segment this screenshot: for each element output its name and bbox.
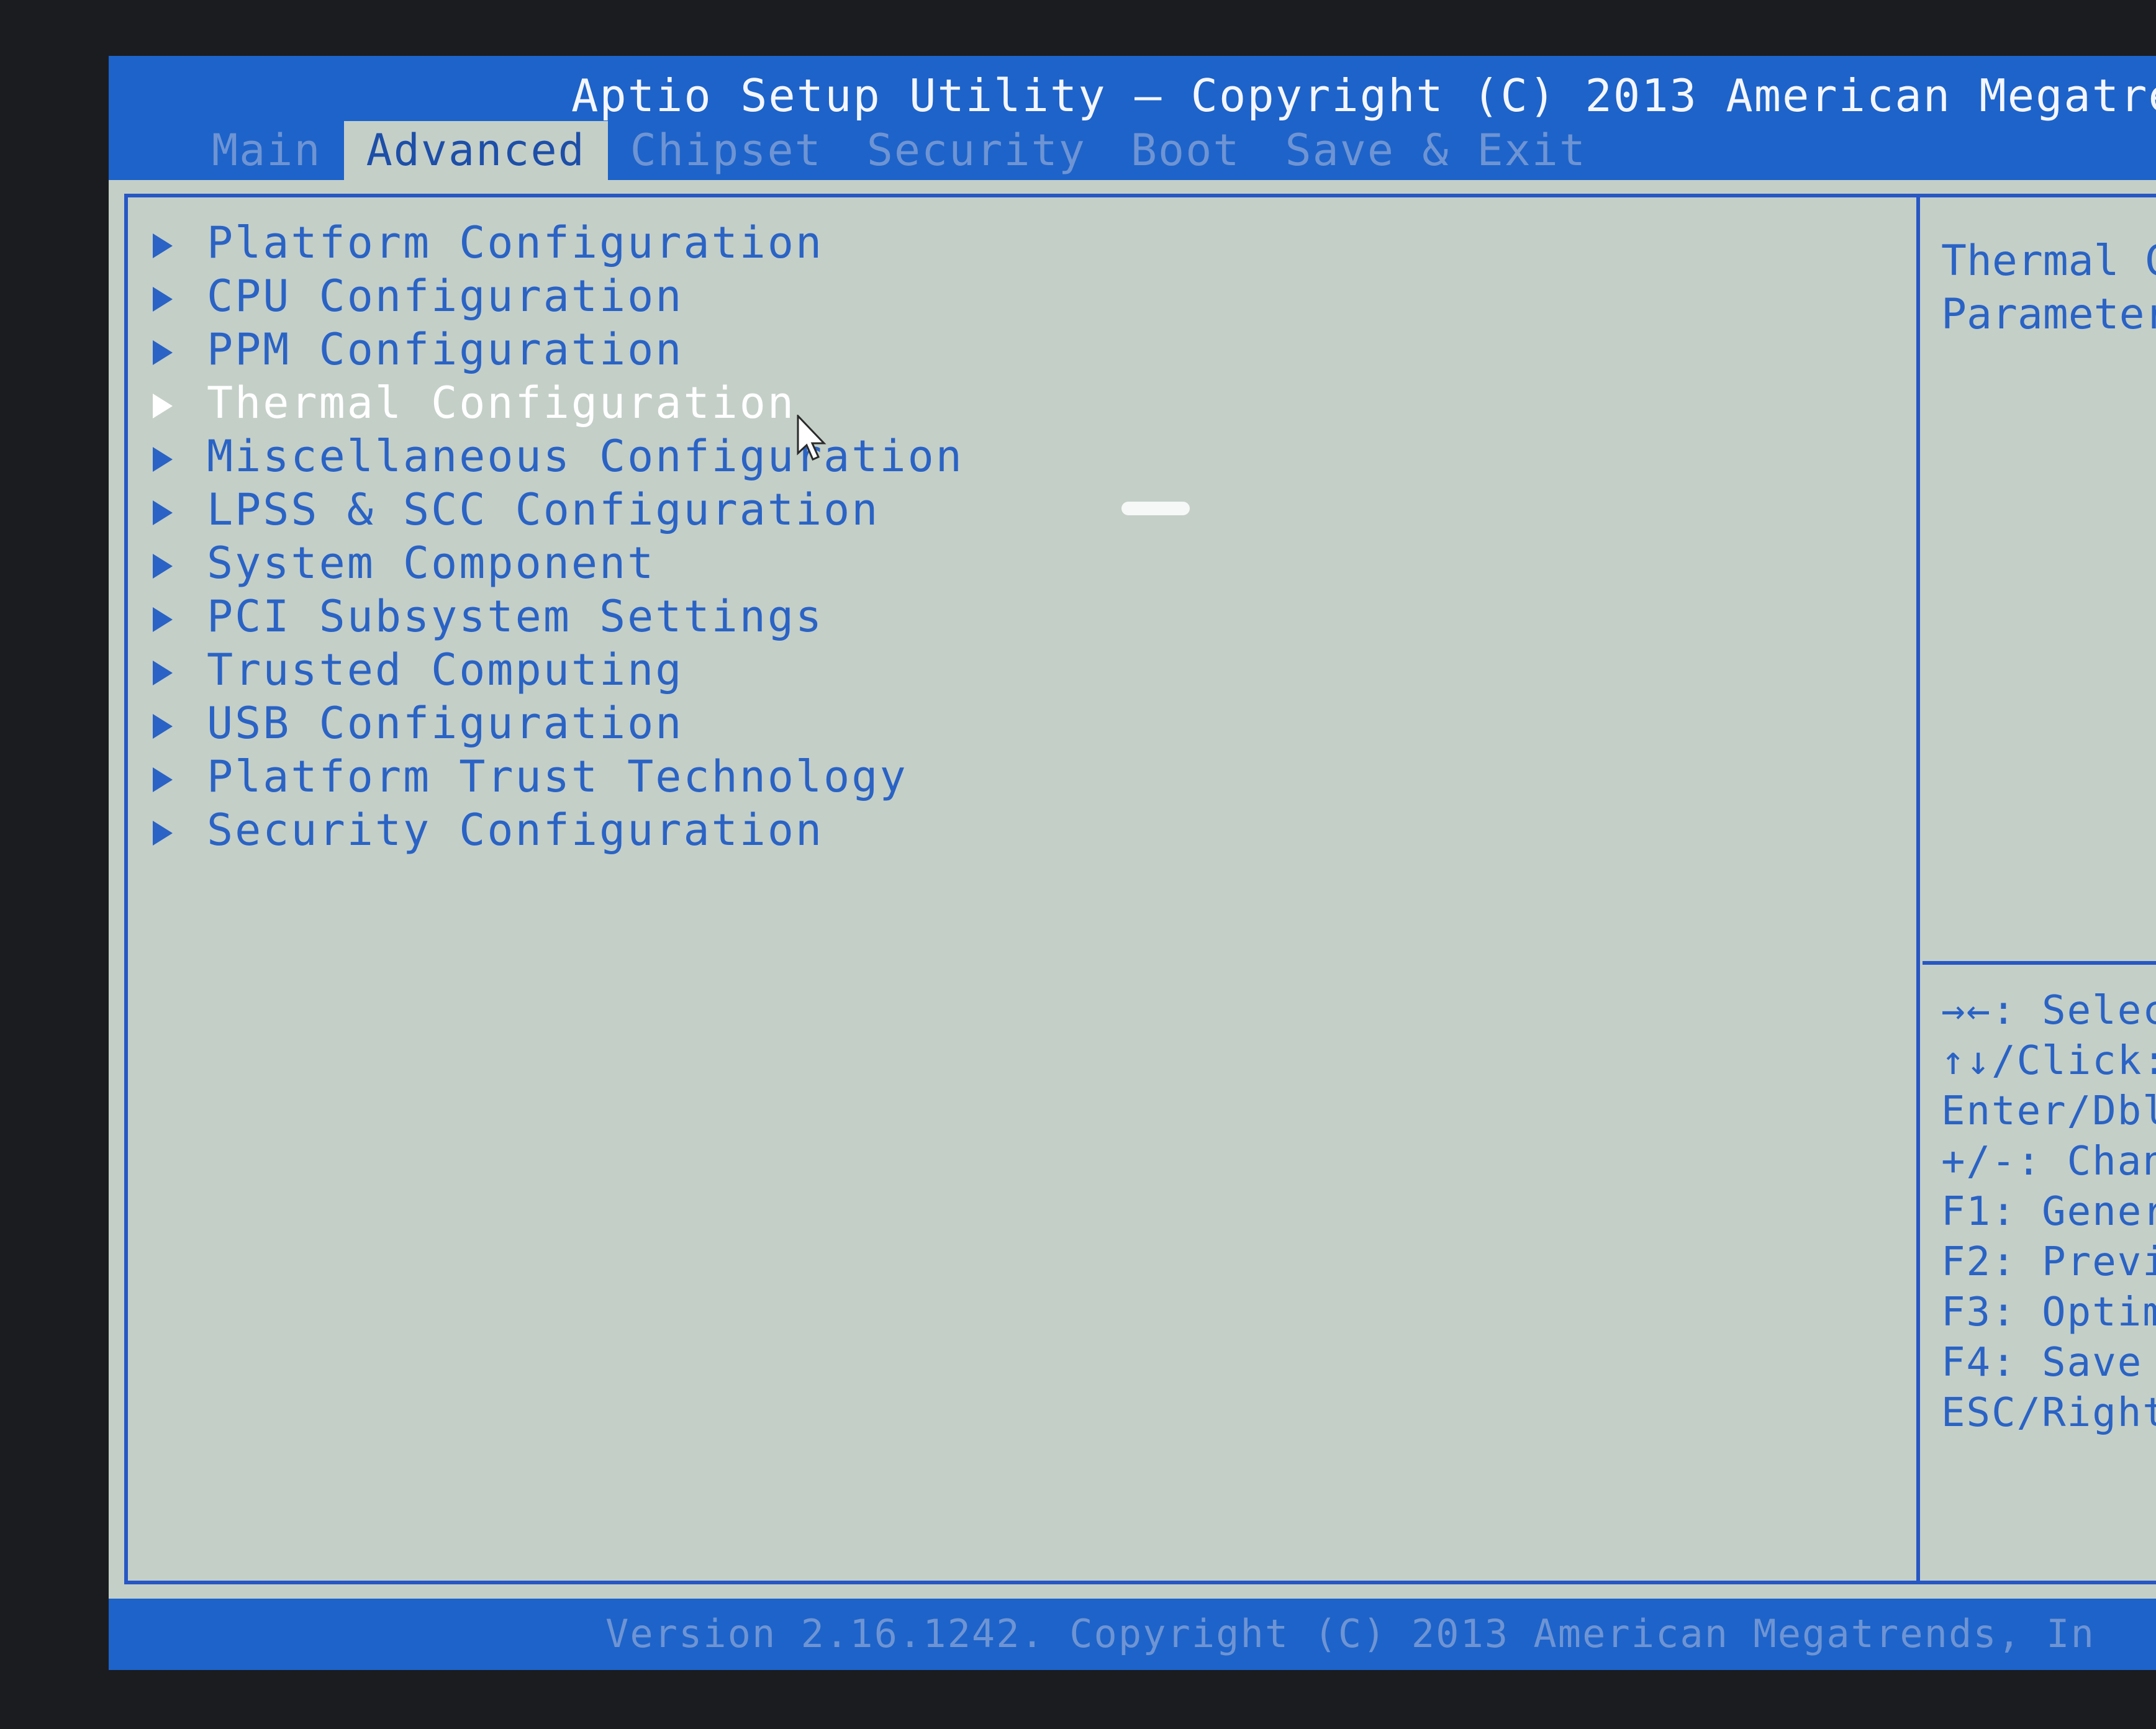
key-hint-select: →←: Select [1941,988,2156,1034]
help-description: Thermal C Parameter [1941,235,2156,341]
menu-item-thermal-configuration[interactable]: Thermal Configuration [153,376,964,430]
menu-item-platform-trust-technology[interactable]: Platform Trust Technology [153,750,964,803]
submenu-arrow-icon [153,393,173,418]
submenu-arrow-icon [153,820,173,846]
menu-item-label: CPU Configuration [207,271,684,322]
tab-advanced[interactable]: Advanced [343,121,608,180]
help-line-1: Thermal C [1941,237,2156,286]
key-hint-click: ↑↓/Click: S [1941,1038,2156,1084]
tab-security[interactable]: Security [845,121,1108,180]
menu-item-label: System Component [207,538,656,589]
submenu-arrow-icon [153,713,173,739]
menu-item-cpu-configuration[interactable]: CPU Configuration [153,269,964,323]
menu-item-label: Platform Trust Technology [207,751,908,802]
submenu-arrow-icon [153,286,173,312]
menu-item-label: Trusted Computing [207,644,684,695]
tab-save-exit[interactable]: Save & Exit [1262,121,1609,180]
menu-item-label: LPSS & SCC Configuration [207,484,880,535]
footer-bar: Version 2.16.1242. Copyright (C) 2013 Am… [109,1599,2156,1670]
submenu-arrow-icon [153,607,173,632]
menu-item-label: Security Configuration [207,805,824,855]
key-hint-f3: F3: Optimiz [1941,1289,2156,1335]
menu-item-platform-configuration[interactable]: Platform Configuration [153,216,964,269]
help-line-2: Parameter [1941,290,2156,339]
utility-title: Aptio Setup Utility – Copyright (C) 2013… [571,70,2156,122]
key-hint-esc: ESC/Right Cl [1941,1390,2156,1436]
submenu-arrow-icon [153,233,173,258]
advanced-menu: Platform Configuration CPU Configuration… [153,216,964,857]
key-hint-f2: F2: Previou [1941,1239,2156,1285]
menu-item-ppm-configuration[interactable]: PPM Configuration [153,323,964,376]
menu-item-label: USB Configuration [207,698,684,749]
menu-item-system-component[interactable]: System Component [153,536,964,590]
key-hint-change: +/-: Change [1941,1139,2156,1185]
main-panel: Platform Configuration CPU Configuration… [124,194,2156,1584]
key-hint-f1: F1: General [1941,1189,2156,1235]
tab-main[interactable]: Main [189,121,344,180]
menu-item-label: PPM Configuration [207,324,684,375]
key-hint-enter: Enter/Dbl C [1941,1088,2156,1134]
header-bar: Aptio Setup Utility – Copyright (C) 2013… [109,56,2156,180]
submenu-arrow-icon [153,660,173,685]
panel-divider [1916,197,1920,1581]
menu-item-pci-subsystem-settings[interactable]: PCI Subsystem Settings [153,590,964,643]
key-hint-f4: F4: Save & E [1941,1340,2156,1386]
menu-item-trusted-computing[interactable]: Trusted Computing [153,643,964,697]
mouse-pointer-icon [795,413,833,467]
menu-item-label: PCI Subsystem Settings [207,591,824,642]
menu-item-usb-configuration[interactable]: USB Configuration [153,697,964,750]
menu-item-label: Platform Configuration [207,217,824,268]
submenu-arrow-icon [153,340,173,365]
menu-item-lpss-scc-configuration[interactable]: LPSS & SCC Configuration [153,483,964,536]
tab-chipset[interactable]: Chipset [608,121,845,180]
menu-item-label: Miscellaneous Configuration [207,431,964,482]
help-separator [1923,961,2156,965]
screen-glare [1121,502,1190,515]
submenu-arrow-icon [153,446,173,472]
menu-item-miscellaneous-configuration[interactable]: Miscellaneous Configuration [153,430,964,483]
version-text: Version 2.16.1242. Copyright (C) 2013 Am… [605,1611,2095,1656]
submenu-arrow-icon [153,500,173,525]
tab-boot[interactable]: Boot [1108,121,1263,180]
submenu-arrow-icon [153,767,173,792]
bios-screen: Aptio Setup Utility – Copyright (C) 2013… [109,56,2156,1670]
tab-bar: Main Advanced Chipset Security Boot Save… [189,118,1609,180]
menu-item-security-configuration[interactable]: Security Configuration [153,803,964,857]
menu-item-label: Thermal Configuration [207,377,796,428]
key-legend: →←: Select ↑↓/Click: S Enter/Dbl C +/-: … [1941,986,2156,1438]
submenu-arrow-icon [153,553,173,579]
